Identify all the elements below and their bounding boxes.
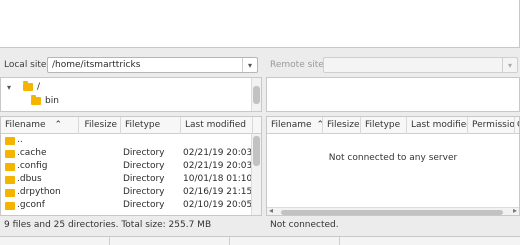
table-row[interactable]: .drpython Directory 02/16/19 21:15... <box>1 186 261 199</box>
column-filename[interactable]: Filename ⌃ <box>267 117 323 134</box>
scrollbar-thumb[interactable] <box>253 136 260 166</box>
tree-item-label: / <box>37 82 41 92</box>
column-filetype[interactable]: Filetype <box>121 117 181 134</box>
tree-item-bin[interactable]: bin <box>31 94 59 108</box>
file-type: Directory <box>123 148 165 158</box>
column-permission[interactable]: Permission <box>468 117 515 134</box>
file-type: Directory <box>123 187 165 197</box>
local-directory-tree[interactable]: ▾ / bin <box>0 77 262 112</box>
not-connected-message: Not connected to any server <box>328 153 458 163</box>
chevron-down-icon[interactable]: ▾ <box>502 58 517 72</box>
folder-icon <box>5 189 15 197</box>
file-name: .drpython <box>17 187 61 197</box>
column-owner[interactable]: O <box>515 117 519 134</box>
remote-file-list[interactable]: Filename ⌃ Filesize Filetype Last modifi… <box>266 116 520 216</box>
file-name: .gconf <box>17 200 45 210</box>
remote-list-hscrollbar[interactable]: ◂ ▸ <box>267 206 519 215</box>
queue-tab[interactable] <box>110 237 230 245</box>
file-name: .config <box>17 161 48 171</box>
table-row[interactable]: .dbus Directory 10/01/18 01:10... <box>1 173 261 186</box>
table-row[interactable]: .config Directory 02/21/19 20:03... <box>1 160 261 173</box>
column-filename[interactable]: Filename ⌃ <box>1 117 79 134</box>
file-modified: 02/21/19 20:03... <box>183 148 251 158</box>
table-row[interactable]: .. <box>1 134 261 147</box>
file-modified: 02/21/19 20:03... <box>183 161 251 171</box>
local-status-line: 9 files and 25 directories. Total size: … <box>4 220 212 230</box>
tree-scrollbar[interactable] <box>251 78 261 111</box>
file-name: .. <box>17 135 23 145</box>
file-modified: 02/10/19 20:05... <box>183 200 251 210</box>
scroll-right-icon[interactable]: ▸ <box>513 206 517 215</box>
folder-icon <box>5 137 15 145</box>
transfer-queue-area <box>0 236 520 245</box>
message-log <box>0 0 520 48</box>
column-last-modified[interactable]: Last modified <box>407 117 468 134</box>
folder-icon <box>23 81 33 91</box>
local-site-label: Local site: <box>4 60 50 70</box>
column-filetype[interactable]: Filetype <box>361 117 407 134</box>
remote-site-label: Remote site: <box>270 60 327 70</box>
column-last-modified[interactable]: Last modified <box>181 117 253 134</box>
folder-icon <box>5 150 15 158</box>
remote-list-header: Filename ⌃ Filesize Filetype Last modifi… <box>267 117 519 134</box>
column-filesize[interactable]: Filesize <box>79 117 121 134</box>
chevron-down-icon[interactable]: ▾ <box>242 58 257 72</box>
table-row[interactable]: .gconf Directory 02/10/19 20:05... <box>1 199 261 212</box>
file-modified: 10/01/18 01:10... <box>183 174 251 184</box>
local-list-header: Filename ⌃ Filesize Filetype Last modifi… <box>1 117 261 134</box>
folder-icon <box>31 95 41 105</box>
file-name: .dbus <box>17 174 42 184</box>
file-name: .cache <box>17 148 47 158</box>
remote-directory-tree[interactable] <box>266 77 520 112</box>
remote-status-line: Not connected. <box>270 220 339 230</box>
local-file-list[interactable]: Filename ⌃ Filesize Filetype Last modifi… <box>0 116 262 216</box>
sort-ascending-icon: ⌃ <box>54 120 63 130</box>
column-filesize[interactable]: Filesize <box>323 117 361 134</box>
folder-icon <box>5 202 15 210</box>
remote-site-combobox[interactable]: ▾ <box>323 57 518 73</box>
file-type: Directory <box>123 161 165 171</box>
scroll-left-icon[interactable]: ◂ <box>269 206 273 215</box>
file-type: Directory <box>123 174 165 184</box>
table-row[interactable]: .cache Directory 02/21/19 20:03... <box>1 147 261 160</box>
folder-icon <box>5 176 15 184</box>
queue-tab[interactable] <box>0 237 110 245</box>
folder-icon <box>5 163 15 171</box>
tree-item-root[interactable]: ▾ / <box>7 80 40 94</box>
scrollbar-thumb[interactable] <box>281 210 503 215</box>
local-list-scrollbar[interactable] <box>251 134 261 215</box>
local-path-value[interactable]: /home/itsmarttricks <box>52 60 140 70</box>
tree-item-label: bin <box>45 96 59 106</box>
queue-tab[interactable] <box>230 237 340 245</box>
file-type: Directory <box>123 200 165 210</box>
scrollbar-thumb[interactable] <box>253 86 260 104</box>
expand-toggle-icon[interactable]: ▾ <box>7 83 17 92</box>
file-modified: 02/16/19 21:15... <box>183 187 251 197</box>
local-site-combobox[interactable]: /home/itsmarttricks ▾ <box>47 57 258 73</box>
